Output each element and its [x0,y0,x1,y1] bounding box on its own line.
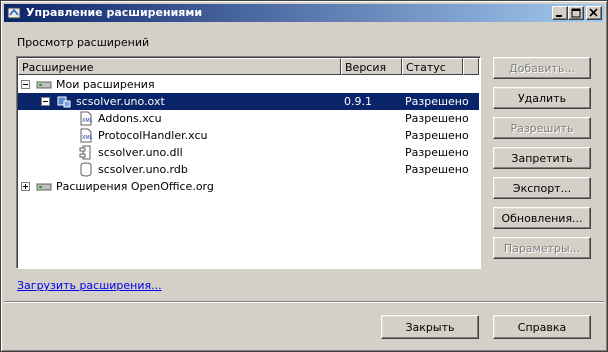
column-header-extension[interactable]: Расширение [18,58,341,75]
minimize-icon [556,15,562,17]
tree-row[interactable]: scsolver.uno.dll Разрешено [18,144,479,161]
app-icon [7,7,21,19]
expand-icon[interactable] [21,182,30,191]
xml-file-icon: XML [80,128,93,143]
column-header-version[interactable]: Версия [341,58,402,75]
tree-row-status: Разрешено [405,146,469,159]
tree-row-label: scsolver.uno.rdb [98,163,188,176]
close-icon [589,8,598,17]
database-icon [80,162,92,177]
tree-row-label: Мои расширения [56,78,155,91]
tree-row-status: Разрешено [405,112,469,125]
tree-header: Расширение Версия Статус [18,58,479,75]
package-icon [57,96,71,108]
svg-text:XML: XML [82,135,93,141]
footer-separator [4,301,604,303]
options-button[interactable]: Параметры... [493,237,591,259]
tree-row[interactable]: XML Addons.xcu Разрешено [18,110,479,127]
drive-icon [36,183,52,191]
drive-icon [36,81,52,89]
title-bar[interactable]: Управление расширениями [4,4,604,22]
tree-row-version: 0.9.1 [344,95,372,108]
column-header-status[interactable]: Статус [402,58,463,75]
close-button[interactable] [586,6,602,20]
tree-row-label: Addons.xcu [98,112,162,125]
tree-row-label: scsolver.uno.oxt [76,95,165,108]
maximize-button[interactable] [568,6,584,20]
tree-row-status: Разрешено [405,129,469,142]
close-dialog-button[interactable]: Закрыть [381,315,479,339]
tree-row-label: ProtocolHandler.xcu [98,129,208,142]
get-extensions-link[interactable]: Загрузить расширения... [17,279,162,292]
add-button[interactable]: Добавить... [493,57,591,79]
updates-button[interactable]: Обновления... [493,207,591,229]
collapse-icon[interactable] [21,80,30,89]
tree-row[interactable]: XML ProtocolHandler.xcu Разрешено [18,127,479,144]
svg-text:XML: XML [82,118,93,124]
tree-row[interactable]: Расширения OpenOffice.org [18,178,479,195]
minimize-button[interactable] [552,6,568,20]
tree-row[interactable]: scsolver.uno.rdb Разрешено [18,161,479,178]
tree-row-selected[interactable]: scsolver.uno.oxt 0.9.1 Разрешено [18,93,479,110]
help-button[interactable]: Справка [493,315,591,339]
export-button[interactable]: Экспорт... [493,177,591,199]
tree-row[interactable]: Мои расширения [18,76,479,93]
tree-row-status: Разрешено [405,95,469,108]
window-title: Управление расширениями [26,6,203,19]
xml-file-icon: XML [80,111,93,126]
disable-button[interactable]: Запретить [493,147,591,169]
remove-button[interactable]: Удалить [493,87,591,109]
tree-row-status: Разрешено [405,163,469,176]
column-header-filler [463,58,479,75]
enable-button[interactable]: Разрешить [493,117,591,139]
maximize-icon [571,8,581,18]
collapse-icon[interactable] [41,97,50,106]
tree-row-label: Расширения OpenOffice.org [56,180,214,193]
component-icon [79,145,91,160]
tree-row-label: scsolver.uno.dll [98,146,183,159]
extensions-tree[interactable]: Расширение Версия Статус Мои расширения … [16,56,481,269]
section-label: Просмотр расширений [17,36,150,49]
extension-manager-window: Управление расширениями Просмотр расшире… [0,0,608,352]
